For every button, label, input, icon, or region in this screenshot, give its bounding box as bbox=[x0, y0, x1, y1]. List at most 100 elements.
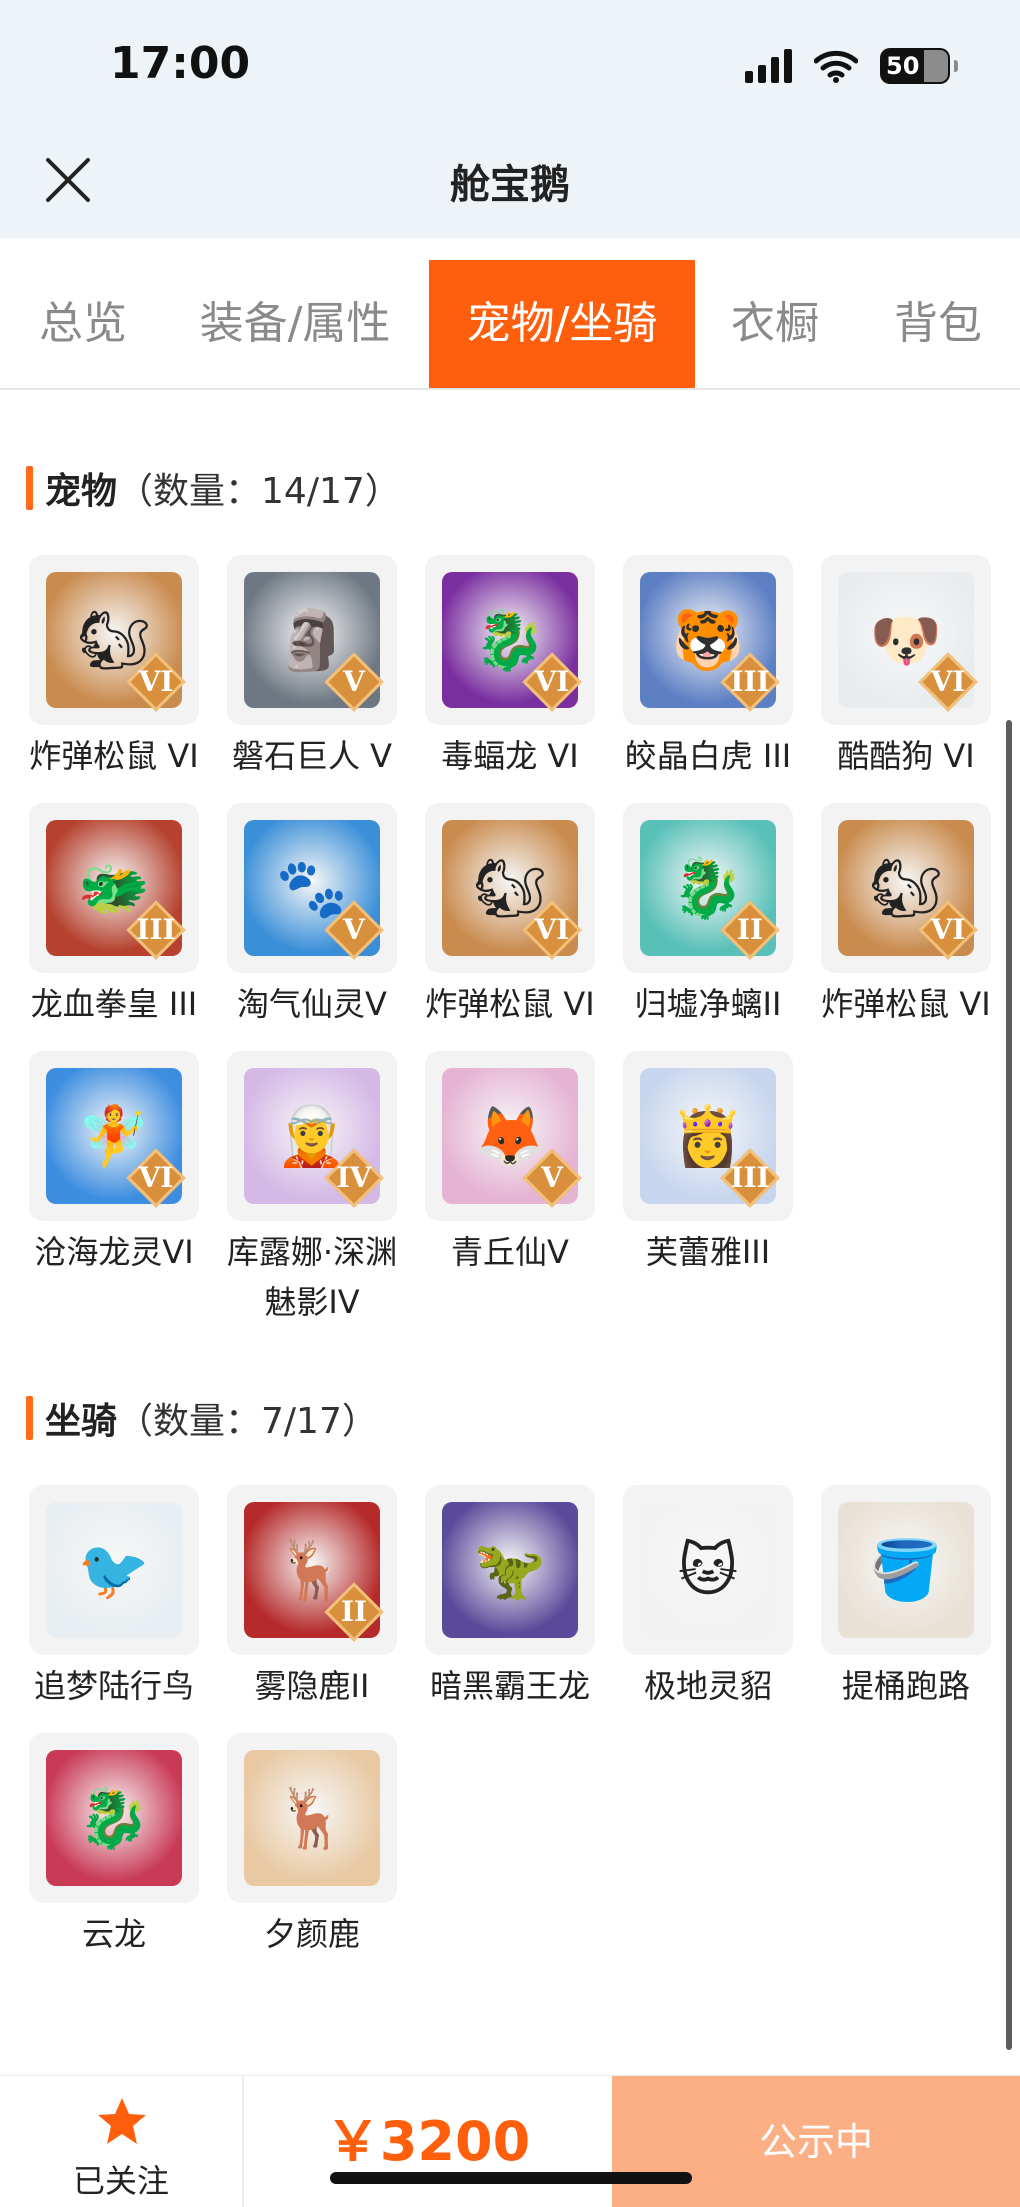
pet-item[interactable]: 🐯 III 皎晶白虎 III bbox=[608, 555, 808, 781]
pet-item[interactable]: 🐿 VI 炸弹松鼠 VI bbox=[14, 555, 214, 781]
item-thumbnail: 🐾 V bbox=[227, 803, 397, 973]
rank-numeral: V bbox=[343, 913, 365, 946]
item-name: 云龙 bbox=[81, 1915, 146, 1953]
rank-badge: III bbox=[126, 900, 186, 960]
price: ￥3200 bbox=[325, 2110, 531, 2173]
tab-bar: 总览 装备/属性 宠物/坐骑 衣橱 背包 bbox=[0, 260, 1020, 390]
item-name: 库露娜·深渊魅影IV bbox=[226, 1233, 398, 1321]
pet-item[interactable]: 🧝 IV 库露娜·深渊魅影IV bbox=[212, 1051, 412, 1327]
creature-icon: 🐱 bbox=[677, 1536, 739, 1604]
item-thumbnail: 🐯 III bbox=[623, 555, 793, 725]
item-thumbnail: 🐦 bbox=[29, 1485, 199, 1655]
tab-equipment-attributes[interactable]: 装备/属性 bbox=[180, 260, 410, 388]
tab-pets-mounts[interactable]: 宠物/坐骑 bbox=[429, 260, 695, 388]
status-time: 17:00 bbox=[110, 38, 251, 89]
pet-item[interactable]: 🐿 VI 炸弹松鼠 VI bbox=[410, 803, 610, 1029]
rank-numeral: VI bbox=[534, 913, 570, 946]
creature-icon: 🪣 bbox=[869, 1536, 943, 1604]
item-name: 酷酷狗 VI bbox=[837, 737, 975, 775]
status-icons: 50 bbox=[745, 48, 958, 84]
wifi-icon bbox=[814, 50, 858, 83]
item-name: 炸弹松鼠 VI bbox=[29, 737, 199, 775]
item-name: 炸弹松鼠 VI bbox=[425, 985, 595, 1023]
public-status-button[interactable]: 公示中 bbox=[612, 2076, 1020, 2207]
rank-badge: V bbox=[324, 652, 384, 712]
mount-item[interactable]: 🦖 暗黑霸王龙 bbox=[410, 1485, 610, 1711]
rank-numeral: VI bbox=[930, 665, 966, 698]
item-thumbnail: 🗿 V bbox=[227, 555, 397, 725]
item-name: 毒蝠龙 VI bbox=[441, 737, 579, 775]
item-name: 炸弹松鼠 VI bbox=[821, 985, 991, 1023]
item-thumbnail: 🐿 VI bbox=[821, 803, 991, 973]
mount-item[interactable]: 🪣 提桶跑路 bbox=[806, 1485, 1006, 1711]
scrollbar[interactable] bbox=[1006, 720, 1012, 2050]
item-name: 磐石巨人 V bbox=[231, 737, 393, 775]
item-name: 极地灵貂 bbox=[643, 1667, 772, 1705]
rank-numeral: IV bbox=[336, 1161, 372, 1194]
battery-level: 50 bbox=[886, 52, 920, 80]
item-thumbnail: 🦌 bbox=[227, 1733, 397, 1903]
tab-backpack[interactable]: 背包 bbox=[870, 260, 1006, 388]
follow-button[interactable]: 已关注 bbox=[0, 2076, 244, 2207]
rank-numeral: VI bbox=[930, 913, 966, 946]
rank-badge: VI bbox=[126, 652, 186, 712]
item-artwork: 🪣 bbox=[838, 1502, 974, 1638]
rank-badge: III bbox=[720, 1148, 780, 1208]
pet-item[interactable]: 🦊 V 青丘仙V bbox=[410, 1051, 610, 1277]
section-accent-bar bbox=[26, 1396, 33, 1440]
creature-icon: 🦌 bbox=[275, 1784, 349, 1852]
rank-badge: VI bbox=[522, 652, 582, 712]
mount-item[interactable]: 🦌 夕颜鹿 bbox=[212, 1733, 412, 1959]
pet-item[interactable]: 🐾 V 淘气仙灵V bbox=[212, 803, 412, 1029]
rank-badge: VI bbox=[918, 652, 978, 712]
mount-item[interactable]: 🐦 追梦陆行鸟 bbox=[14, 1485, 214, 1711]
pet-item[interactable]: 🐉 II 归墟净螭II bbox=[608, 803, 808, 1029]
rank-numeral: V bbox=[343, 665, 365, 698]
item-thumbnail: 🐉 VI bbox=[425, 555, 595, 725]
item-thumbnail: 🐲 III bbox=[29, 803, 199, 973]
item-thumbnail: 🐿 VI bbox=[29, 555, 199, 725]
mount-item[interactable]: 🐱 极地灵貂 bbox=[608, 1485, 808, 1711]
item-artwork: 🐱 bbox=[640, 1502, 776, 1638]
item-name: 沧海龙灵VI bbox=[34, 1233, 194, 1271]
item-thumbnail: 👸 III bbox=[623, 1051, 793, 1221]
pet-item[interactable]: 👸 III 芙蕾雅III bbox=[608, 1051, 808, 1277]
pet-item[interactable]: 🧚 VI 沧海龙灵VI bbox=[14, 1051, 214, 1277]
mounts-section-title: 坐骑 bbox=[45, 1401, 118, 1442]
creature-icon: 🦖 bbox=[473, 1536, 547, 1604]
item-artwork: 🦖 bbox=[442, 1502, 578, 1638]
item-thumbnail: 🐶 VI bbox=[821, 555, 991, 725]
rank-badge: II bbox=[720, 900, 780, 960]
pet-item[interactable]: 🐲 III 龙血拳皇 III bbox=[14, 803, 214, 1029]
pet-item[interactable]: 🐿 VI 炸弹松鼠 VI bbox=[806, 803, 1006, 1029]
pet-item[interactable]: 🐶 VI 酷酷狗 VI bbox=[806, 555, 1006, 781]
home-indicator bbox=[330, 2172, 692, 2184]
item-name: 提桶跑路 bbox=[841, 1667, 970, 1705]
item-name: 皎晶白虎 III bbox=[624, 737, 792, 775]
pets-section-title: 宠物 bbox=[45, 471, 118, 512]
mount-item[interactable]: 🐉 云龙 bbox=[14, 1733, 214, 1959]
item-name: 龙血拳皇 III bbox=[30, 985, 198, 1023]
item-name: 暗黑霸王龙 bbox=[429, 1667, 590, 1705]
item-name: 淘气仙灵V bbox=[237, 985, 387, 1023]
rank-numeral: III bbox=[136, 913, 176, 946]
item-artwork: 🐉 bbox=[46, 1750, 182, 1886]
rank-numeral: VI bbox=[534, 665, 570, 698]
page-title: 舱宝鹅 bbox=[450, 162, 570, 208]
item-thumbnail: 🧚 VI bbox=[29, 1051, 199, 1221]
rank-badge: II bbox=[324, 1582, 384, 1642]
bottom-action-bar: 已关注 ￥3200 公示中 bbox=[0, 2075, 1020, 2207]
item-name: 芙蕾雅III bbox=[645, 1233, 771, 1271]
rank-badge: III bbox=[720, 652, 780, 712]
mount-item[interactable]: 🦌 II 雾隐鹿II bbox=[212, 1485, 412, 1711]
status-bar: 17:00 50 bbox=[0, 0, 1020, 130]
rank-badge: VI bbox=[522, 900, 582, 960]
item-thumbnail: 🦖 bbox=[425, 1485, 595, 1655]
tab-wardrobe[interactable]: 衣橱 bbox=[710, 260, 840, 388]
tab-overview[interactable]: 总览 bbox=[0, 260, 166, 388]
item-thumbnail: 🐉 II bbox=[623, 803, 793, 973]
pet-item[interactable]: 🐉 VI 毒蝠龙 VI bbox=[410, 555, 610, 781]
pet-item[interactable]: 🗿 V 磐石巨人 V bbox=[212, 555, 412, 781]
creature-icon: 🐦 bbox=[77, 1536, 151, 1604]
creature-icon: 🐉 bbox=[77, 1784, 151, 1852]
